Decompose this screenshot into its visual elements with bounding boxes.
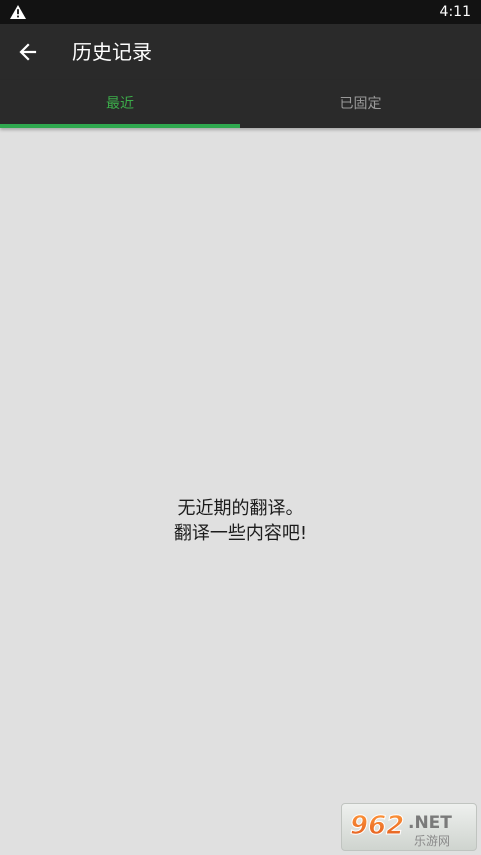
watermark-logo: 962 .NET 乐游网 [341,803,477,851]
watermark-logo-graphic: 962 .NET 乐游网 [350,811,453,849]
svg-text:962: 962 [350,811,404,841]
empty-state-line-2: 翻译一些内容吧! [173,523,308,544]
tab-bar: 最近 已固定 [0,80,481,128]
empty-state-message: 无近期的翻译。 翻译一些内容吧! [0,496,481,546]
tab-recent[interactable]: 最近 [0,80,240,128]
empty-state-line-1: 无近期的翻译。 [177,498,304,519]
status-bar: 4:11 [0,0,481,24]
tab-pinned[interactable]: 已固定 [240,80,481,128]
status-time: 4:11 [439,4,471,20]
tab-indicator [0,124,240,128]
svg-text:乐游网: 乐游网 [414,834,450,848]
svg-text:.NET: .NET [408,813,452,833]
warning-icon [10,5,26,19]
arrow-left-icon [19,43,37,61]
app-bar: 历史记录 [0,24,481,80]
page-title: 历史记录 [72,40,152,64]
back-button[interactable] [8,32,48,72]
